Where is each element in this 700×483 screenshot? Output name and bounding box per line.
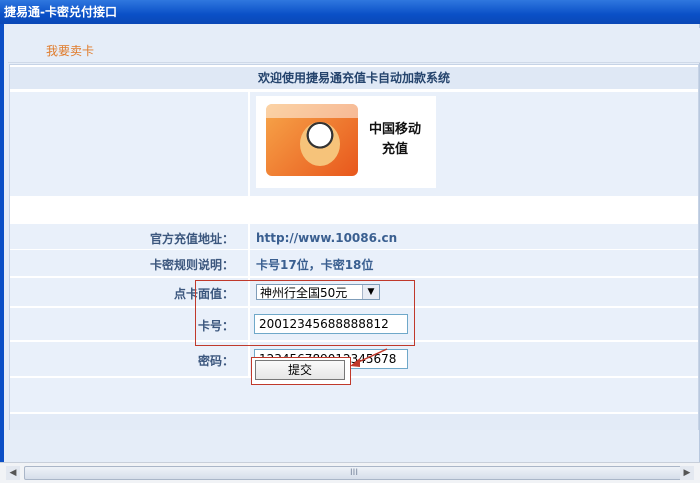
arrow-head [350, 358, 360, 367]
arrow-annotation [350, 348, 388, 367]
window-title: 捷易通-卡密兑付接口 [0, 0, 700, 24]
scrollbar-thumb[interactable]: III [24, 466, 684, 480]
horizontal-scrollbar[interactable]: ◀ III ▶ [0, 462, 700, 483]
page-frame: 我要卖卡 欢迎使用捷易通充值卡自动加款系统 中国移动 充值 官方充值地址： ht… [0, 24, 700, 462]
scroll-right-icon[interactable]: ▶ [680, 466, 694, 480]
scroll-left-icon[interactable]: ◀ [6, 466, 20, 480]
